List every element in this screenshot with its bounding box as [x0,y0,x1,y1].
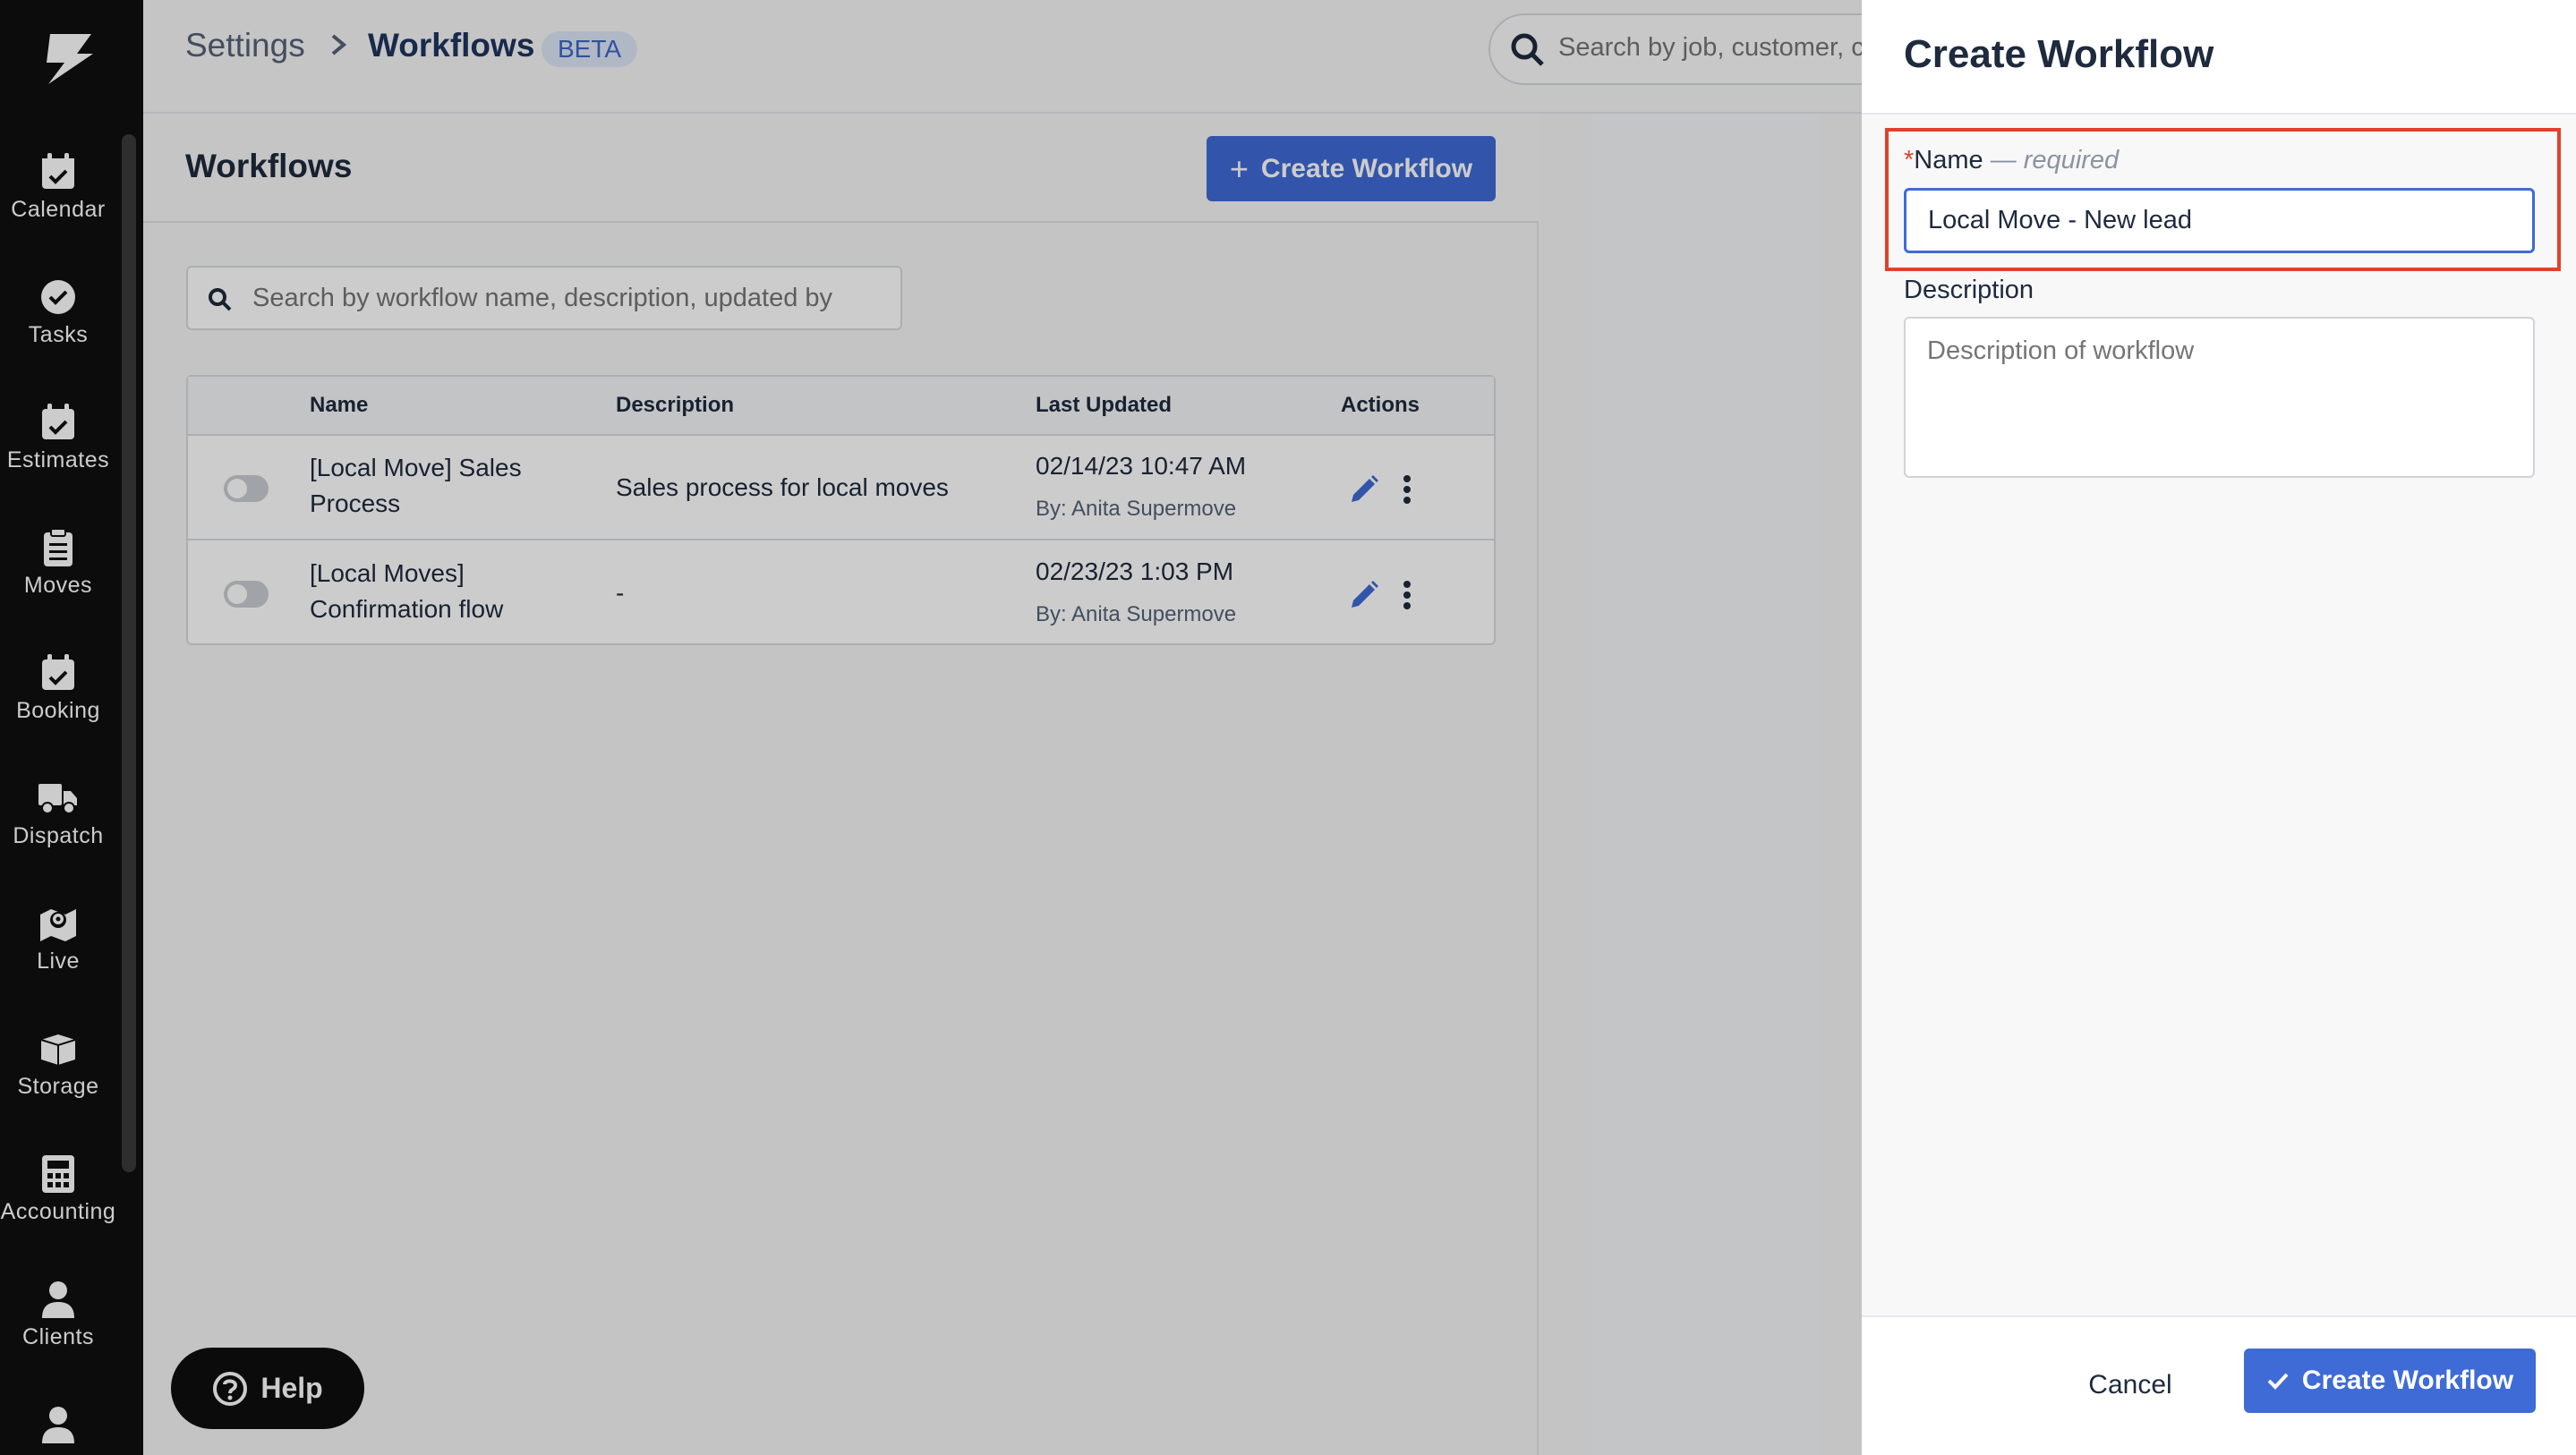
app-root: Calendar Tasks Estimates Moves Booking D… [0,0,2576,1455]
modal-backdrop[interactable] [0,0,1862,1455]
drawer-footer: Cancel Create Workflow [1862,1315,2576,1455]
check-icon [2267,1373,2289,1390]
description-field-label: Description [1904,276,2034,304]
name-label-text: Name [1914,146,1983,174]
name-input[interactable] [1904,188,2535,253]
create-workflow-drawer: Create Workflow *Name — required Descrip… [1862,0,2576,1455]
required-note: — required [1983,146,2120,174]
cancel-button[interactable]: Cancel [2050,1353,2211,1417]
submit-create-workflow-button[interactable]: Create Workflow [2244,1349,2536,1413]
drawer-header: Create Workflow [1862,0,2576,115]
name-field-label: *Name — required [1904,146,2119,175]
drawer-title: Create Workflow [1904,32,2214,76]
description-input[interactable] [1904,317,2535,478]
submit-button-label: Create Workflow [2301,1366,2514,1395]
required-star: * [1904,146,1915,174]
drawer-body: *Name — required Description [1862,115,2576,1315]
